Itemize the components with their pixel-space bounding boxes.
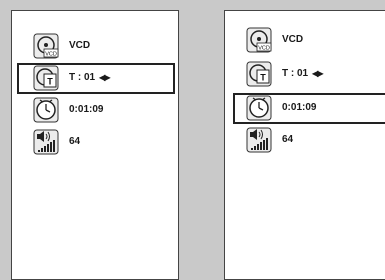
svg-text:VCD: VCD	[258, 46, 270, 52]
volume-value: 64	[282, 134, 294, 145]
disc-type-label: VCD	[282, 34, 304, 45]
disc-icon: VCD	[33, 33, 59, 59]
svg-text:T: T	[260, 73, 266, 83]
volume-icon	[246, 127, 272, 153]
clock-icon	[33, 97, 59, 123]
osd-panel-left: VCD VCD T T : 01 ◀▶ 0:01:09 64	[11, 10, 179, 280]
osd-panel-right: VCD VCD T T : 01 ◀▶ 0:01:09 64	[224, 10, 385, 280]
left-right-arrows-icon: ◀▶	[312, 69, 323, 78]
track-number: T : 01	[282, 68, 309, 79]
track-icon: T	[246, 61, 272, 87]
volume-value: 64	[69, 136, 81, 147]
track-value: T : 01 ◀▶	[282, 58, 323, 90]
disc-icon: VCD	[246, 27, 272, 53]
disc-type-label: VCD	[69, 40, 91, 51]
volume-icon	[33, 129, 59, 155]
selection-highlight	[233, 93, 385, 124]
time-value: 0:01:09	[69, 104, 104, 115]
selection-highlight	[17, 63, 175, 94]
svg-text:VCD: VCD	[45, 52, 57, 58]
